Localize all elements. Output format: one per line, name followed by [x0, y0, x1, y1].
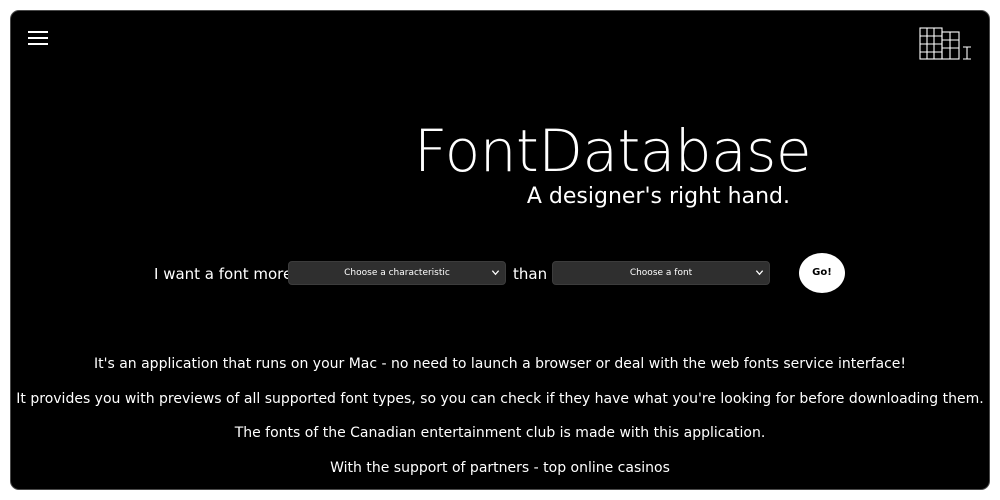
fontdatabase-logo-icon[interactable] — [919, 27, 973, 61]
characteristic-select-value: Choose a characteristic — [344, 268, 450, 278]
info-line: It provides you with previews of all sup… — [16, 390, 984, 407]
chevron-down-icon — [755, 270, 764, 276]
info-section: It's an application that runs on your Ma… — [11, 347, 989, 485]
font-select-value: Choose a font — [629, 268, 693, 278]
app-window: FontDatabase A designer's right hand. I … — [10, 10, 990, 490]
font-search-form: I want a font more Choose a characterist… — [11, 253, 989, 299]
hamburger-menu-icon[interactable] — [28, 30, 48, 46]
characteristic-select[interactable]: Choose a characteristic — [288, 261, 506, 285]
menu-bar — [28, 31, 48, 33]
chevron-down-icon — [491, 270, 500, 276]
brand-tagline: A designer's right hand. — [526, 184, 790, 209]
menu-bar — [28, 43, 48, 45]
info-line: It's an application that runs on your Ma… — [93, 356, 907, 372]
info-line: The fonts of the Canadian entertainment … — [234, 425, 766, 441]
search-prefix-label: I want a font more — [154, 265, 293, 283]
brand-title: FontDatabase — [414, 117, 812, 185]
info-line: With the support of partners - top onlin… — [330, 459, 670, 476]
go-button[interactable]: Go! — [799, 253, 845, 293]
font-select[interactable]: Choose a font — [552, 261, 770, 285]
menu-bar — [28, 37, 48, 39]
search-connector-label: than — [513, 265, 548, 283]
